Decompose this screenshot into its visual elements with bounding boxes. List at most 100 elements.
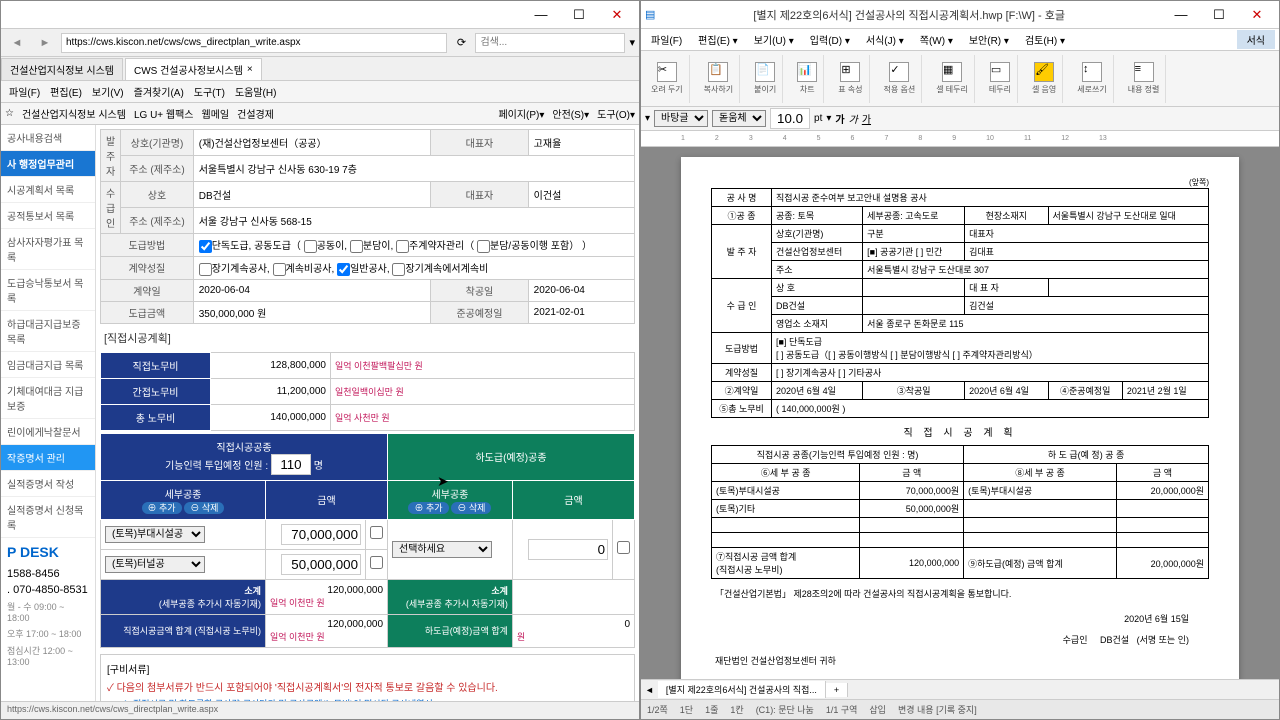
menu-file[interactable]: 파일(F) — [5, 84, 44, 99]
delete-button-left[interactable]: ⊖ 삭제 — [184, 502, 224, 514]
ribbon-vertical[interactable]: ↕세로쓰기 — [1071, 55, 1113, 103]
menu-page[interactable]: 페이지(P)▾ — [498, 106, 544, 121]
amount-input-r[interactable] — [528, 539, 608, 560]
cb-type1[interactable] — [199, 263, 212, 276]
fav-link-4[interactable]: 건설경제 — [237, 106, 274, 121]
sidebar-item-8[interactable]: 기체대여대금 지급보증 — [1, 378, 95, 419]
menu-favorites[interactable]: 즐겨찾기(A) — [130, 84, 188, 99]
sidebar-item-7[interactable]: 임금대금지급 목록 — [1, 352, 95, 378]
sidebar-header-admin[interactable]: 사 행정업무관리 — [1, 151, 95, 177]
hwp-document-area[interactable]: (앞쪽) 공 사 명직접시공 준수여부 보고안내 설명용 공사 ①공 종 공종:… — [641, 147, 1279, 679]
menu-tools[interactable]: 도구(T) — [190, 84, 229, 99]
th-total-labor: 총 노무비 — [101, 404, 211, 430]
ribbon-align[interactable]: ≡내용 정렬 — [1122, 55, 1167, 103]
close-button[interactable]: ✕ — [599, 4, 635, 26]
hwp-tab-format[interactable]: 서식 — [1237, 30, 1275, 49]
hwp-new-tab[interactable]: + — [826, 683, 848, 697]
cb-row-r[interactable] — [617, 541, 630, 554]
fav-link-1[interactable]: 건설산업지식정보 시스템 — [22, 106, 126, 121]
ribbon-tableprops[interactable]: ⊞표 속성 — [832, 55, 869, 103]
delete-button-right[interactable]: ⊖ 삭제 — [451, 502, 491, 514]
ribbon-cut[interactable]: ✂오려 두기 — [645, 55, 690, 103]
cb-single[interactable] — [199, 240, 212, 253]
ribbon-copy[interactable]: 📋복사하기 — [698, 55, 740, 103]
minimize-button[interactable]: — — [523, 4, 559, 26]
cb-type4[interactable] — [392, 263, 405, 276]
amount-input-2[interactable] — [281, 554, 361, 575]
ribbon-border2[interactable]: ▭테두리 — [983, 55, 1018, 103]
cb-type3[interactable] — [337, 263, 350, 276]
hwp-menu-page[interactable]: 쪽(W) ▾ — [914, 32, 959, 47]
add-button-left[interactable]: ⊕ 추가 — [142, 502, 182, 514]
sidebar-item-11[interactable]: 실적증명서 작성 — [1, 471, 95, 497]
style-select[interactable]: 바탕글 — [654, 110, 708, 127]
hwp-menu-file[interactable]: 파일(F) — [645, 32, 688, 47]
sidebar-item-5[interactable]: 도급승낙통보서 목록 — [1, 270, 95, 311]
tab-2[interactable]: CWS 건설공사정보시스템× — [125, 58, 262, 80]
sidebar-item-search[interactable]: 공사내용검색 — [1, 125, 95, 151]
select-type-r[interactable]: 선택하세요 — [392, 541, 492, 558]
construction-plan-table: 직접시공공종 기능인력 투입예정 인원 : 명 하도급(예정)공종 세부공종 ⊕… — [100, 433, 635, 648]
hwp-close[interactable]: ✕ — [1239, 4, 1275, 26]
select-type-2[interactable]: (토목)터널공 — [105, 556, 205, 573]
hwp-menu-input[interactable]: 입력(D) ▾ — [804, 32, 856, 47]
bold-icon[interactable]: 가 — [835, 111, 844, 126]
hwp-menu-view[interactable]: 보기(U) ▾ — [748, 32, 800, 47]
menu-view[interactable]: 보기(V) — [88, 84, 128, 99]
fav-link-3[interactable]: 웹메일 — [202, 106, 230, 121]
font-select[interactable]: 돋움체 — [712, 110, 766, 127]
ribbon-apply[interactable]: ✓적용 옵션 — [878, 55, 923, 103]
fav-link-2[interactable]: LG U+ 웹팩스 — [134, 106, 194, 121]
amount-input-1[interactable] — [281, 524, 361, 545]
forward-button[interactable]: ► — [33, 33, 57, 53]
cb-joint4[interactable] — [477, 240, 490, 253]
add-button-right[interactable]: ⊕ 추가 — [408, 502, 448, 514]
hwp-menu-review[interactable]: 검토(H) ▾ — [1019, 32, 1071, 47]
menu-safety[interactable]: 안전(S)▾ — [552, 106, 589, 121]
sidebar-item-4[interactable]: 삼사자자평가표 목록 — [1, 229, 95, 270]
sidebar-item-3[interactable]: 공적통보서 목록 — [1, 203, 95, 229]
refresh-icon[interactable]: ⟳ — [451, 33, 471, 53]
kor-direct: 일억 이천팔백팔십만 원 — [335, 361, 423, 371]
fontsize-input[interactable] — [770, 108, 810, 129]
ribbon-paste[interactable]: 📄붙이기 — [748, 55, 783, 103]
hwp-menu-security[interactable]: 보안(R) ▾ — [963, 32, 1015, 47]
hwp-menu-format[interactable]: 서식(J) ▾ — [860, 32, 910, 47]
hwp-menu-edit[interactable]: 편집(E) ▾ — [692, 32, 744, 47]
cb-joint1[interactable] — [304, 240, 317, 253]
td-direct-labor: 128,800,000 — [211, 352, 331, 378]
hwp-title: [별지 제22호의6서식] 건설공사의 직접시공계획서.hwp [F:\W] -… — [655, 7, 1163, 23]
ribbon-chart[interactable]: 📊차트 — [791, 55, 824, 103]
total-right-label: 하도급(예정)금액 합계 — [388, 614, 513, 647]
italic-icon[interactable]: 가 — [849, 111, 858, 126]
menu-tools2[interactable]: 도구(O)▾ — [597, 106, 635, 121]
search-input[interactable] — [475, 33, 625, 53]
cb-joint3[interactable] — [396, 240, 409, 253]
hwp-minimize[interactable]: — — [1163, 4, 1199, 26]
tab-1[interactable]: 건설산업지식정보 시스템 — [1, 58, 123, 80]
menu-help[interactable]: 도움말(H) — [231, 84, 280, 99]
search-dropdown-icon[interactable]: ▾ — [629, 36, 635, 49]
select-type-1[interactable]: (토목)부대시설공 — [105, 526, 205, 543]
workers-input[interactable] — [271, 454, 311, 475]
cb-type2[interactable] — [273, 263, 286, 276]
hwp-doc-tab[interactable]: [별지 제22호의6서식] 건설공사의 직접... — [658, 681, 826, 698]
hwp-maximize[interactable]: ☐ — [1201, 4, 1237, 26]
url-input[interactable] — [61, 33, 447, 53]
cb-row1[interactable] — [370, 526, 383, 539]
sidebar-item-2[interactable]: 시공계획서 목록 — [1, 177, 95, 203]
ribbon-borders[interactable]: ▦셀 테두리 — [930, 55, 975, 103]
sidebar-item-6[interactable]: 하급대금지급보증 목록 — [1, 311, 95, 352]
back-button[interactable]: ◄ — [5, 33, 29, 53]
cb-joint2[interactable] — [350, 240, 363, 253]
cb-row2[interactable] — [370, 556, 383, 569]
sidebar-item-cert[interactable]: 작증명서 관리 — [1, 445, 95, 471]
underline-icon[interactable]: 가 — [862, 111, 871, 126]
tab-close-icon[interactable]: × — [247, 64, 253, 75]
maximize-button[interactable]: ☐ — [561, 4, 597, 26]
sidebar-item-9[interactable]: 린이에게낙찰문서 — [1, 419, 95, 445]
sidebar-item-12[interactable]: 실적증명서 신청목록 — [1, 497, 95, 538]
th-addr1: 주소 (제주소) — [121, 156, 194, 182]
ribbon-fill[interactable]: 🖌셀 음영 — [1026, 55, 1063, 103]
menu-edit[interactable]: 편집(E) — [46, 84, 86, 99]
